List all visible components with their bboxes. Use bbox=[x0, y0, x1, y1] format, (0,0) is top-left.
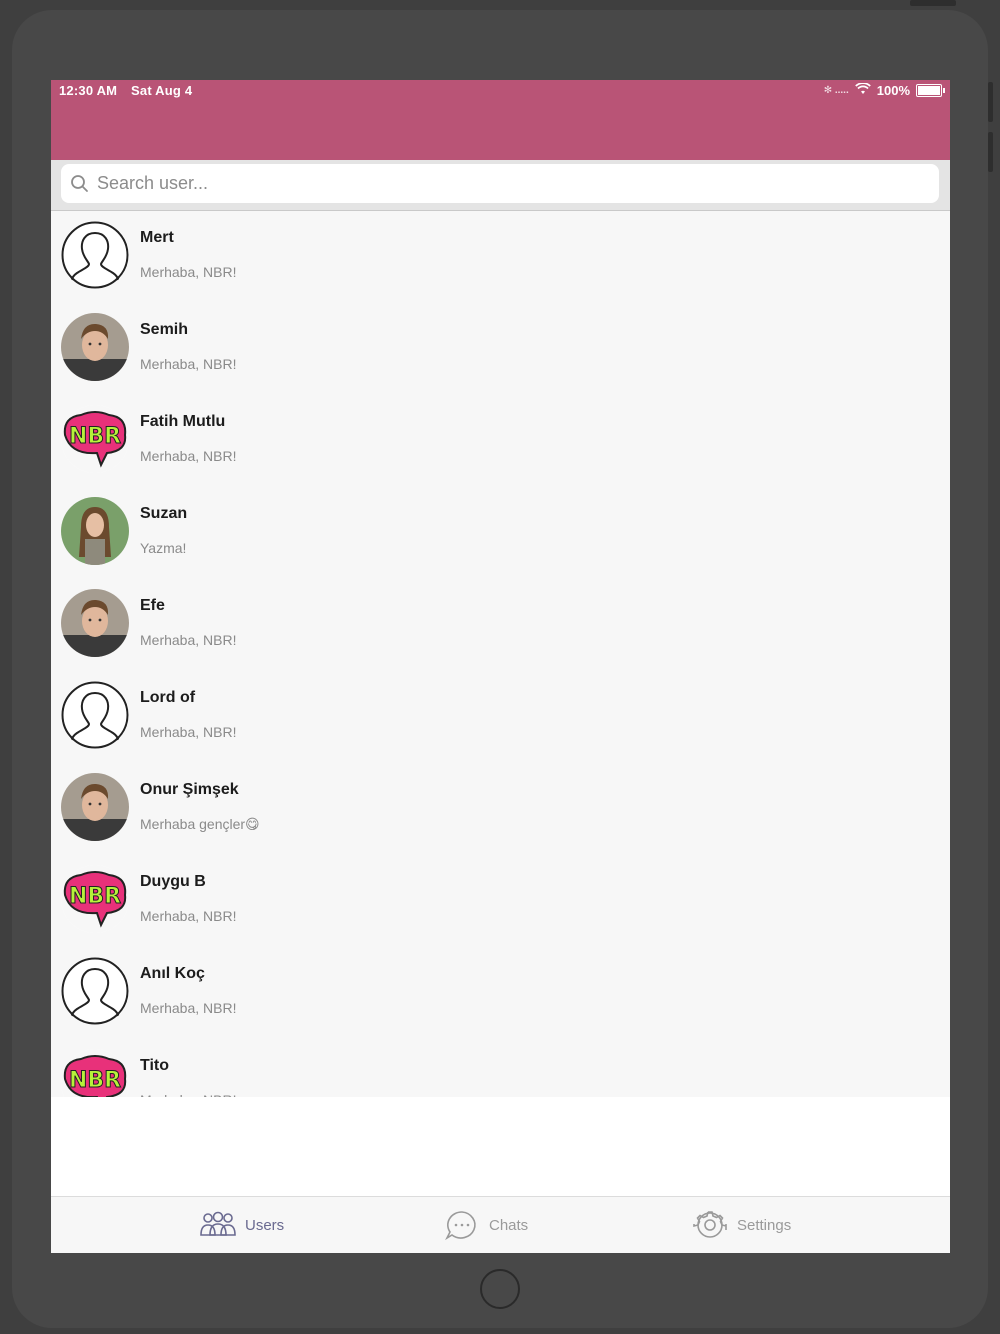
user-row[interactable]: Efe Merhaba, NBR! bbox=[51, 579, 950, 671]
user-last-message: Merhaba, NBR! bbox=[140, 448, 237, 464]
user-last-message: Merhaba, NBR! bbox=[140, 724, 237, 740]
user-row[interactable]: NBR Tito Merhaba, NBR! bbox=[51, 1039, 950, 1097]
status-time-date: 12:30 AM Sat Aug 4 bbox=[59, 83, 202, 98]
user-row[interactable]: NBR Fatih Mutlu Merhaba, NBR! bbox=[51, 395, 950, 487]
tab-settings[interactable]: Settings bbox=[691, 1209, 791, 1241]
user-name: Anıl Koç bbox=[140, 965, 205, 982]
avatar: NBR bbox=[61, 405, 129, 473]
avatar: NBR bbox=[61, 865, 129, 933]
user-last-message: Merhaba, NBR! bbox=[140, 908, 237, 924]
status-indicators: ✻ ..... 100% bbox=[823, 82, 945, 98]
user-last-message: Merhaba, NBR! bbox=[140, 1000, 237, 1016]
user-name: Tito bbox=[140, 1057, 170, 1074]
wifi-icon bbox=[854, 82, 871, 98]
chat-bubble-icon bbox=[445, 1211, 476, 1241]
header-bar: 12:30 AM Sat Aug 4 ✻ ..... 100% bbox=[51, 80, 950, 160]
avatar bbox=[61, 497, 129, 565]
status-time: 12:30 AM bbox=[59, 83, 118, 98]
app-screen: 12:30 AM Sat Aug 4 ✻ ..... 100% Mert Merh… bbox=[51, 80, 950, 1253]
user-row[interactable]: Semih Merhaba, NBR! bbox=[51, 303, 950, 395]
user-row[interactable]: NBR Duygu B Merhaba, NBR! bbox=[51, 855, 950, 947]
volume-down-button bbox=[988, 132, 993, 172]
user-last-message: Merhaba, NBR! bbox=[140, 632, 237, 648]
signal-icon: ✻ ..... bbox=[823, 85, 849, 96]
svg-text:NBR: NBR bbox=[69, 884, 121, 909]
home-button[interactable] bbox=[480, 1269, 520, 1309]
gear-icon bbox=[693, 1211, 727, 1238]
user-list[interactable]: Mert Merhaba, NBR! Semih Merhaba, NBR! NBR Fa… bbox=[51, 211, 950, 1097]
avatar bbox=[61, 221, 129, 289]
user-row[interactable]: Lord of Merhaba, NBR! bbox=[51, 671, 950, 763]
avatar bbox=[61, 773, 129, 841]
user-row[interactable]: Mert Merhaba, NBR! bbox=[51, 211, 950, 303]
avatar bbox=[61, 313, 129, 381]
status-date: Sat Aug 4 bbox=[131, 83, 193, 98]
user-last-message: Yazma! bbox=[140, 540, 187, 556]
users-icon bbox=[200, 1211, 236, 1236]
search-bar bbox=[51, 160, 950, 211]
user-name: Onur Şimşek bbox=[140, 781, 239, 798]
user-name: Lord of bbox=[140, 689, 196, 706]
battery-icon bbox=[916, 84, 945, 97]
power-button bbox=[910, 0, 956, 6]
avatar bbox=[61, 957, 129, 1025]
tab-settings-label: Settings bbox=[737, 1216, 792, 1234]
user-name: Semih bbox=[140, 321, 189, 338]
user-name: Suzan bbox=[140, 505, 188, 522]
avatar: NBR bbox=[61, 1049, 129, 1097]
svg-text:NBR: NBR bbox=[69, 424, 121, 449]
user-last-message: Merhaba, NBR! bbox=[140, 264, 237, 280]
user-row[interactable]: Onur Şimşek Merhaba gençler😋 bbox=[51, 763, 950, 855]
search-icon bbox=[71, 174, 88, 192]
user-row[interactable]: Suzan Yazma! bbox=[51, 487, 950, 579]
search-input[interactable] bbox=[95, 172, 899, 195]
volume-up-button bbox=[988, 82, 993, 122]
tab-chats-label: Chats bbox=[489, 1216, 529, 1234]
user-name: Fatih Mutlu bbox=[140, 413, 226, 430]
user-last-message: Merhaba gençler😋 bbox=[140, 816, 260, 832]
user-name: Efe bbox=[140, 597, 165, 614]
battery-percent: 100% bbox=[876, 83, 910, 98]
search-field[interactable] bbox=[61, 164, 939, 203]
tab-users-label: Users bbox=[245, 1216, 285, 1234]
avatar bbox=[61, 589, 129, 657]
user-row[interactable]: Anıl Koç Merhaba, NBR! bbox=[51, 947, 950, 1039]
tab-chats[interactable]: Chats bbox=[443, 1209, 528, 1241]
user-last-message: Merhaba, NBR! bbox=[140, 356, 237, 372]
svg-text:NBR: NBR bbox=[69, 1068, 121, 1093]
tab-users[interactable]: Users bbox=[199, 1209, 284, 1241]
user-name: Duygu B bbox=[140, 873, 206, 890]
avatar bbox=[61, 681, 129, 749]
tab-bar: Users Chats Settings bbox=[51, 1196, 950, 1253]
user-last-message: Merhaba, NBR! bbox=[140, 1092, 236, 1097]
user-name: Mert bbox=[140, 229, 174, 246]
